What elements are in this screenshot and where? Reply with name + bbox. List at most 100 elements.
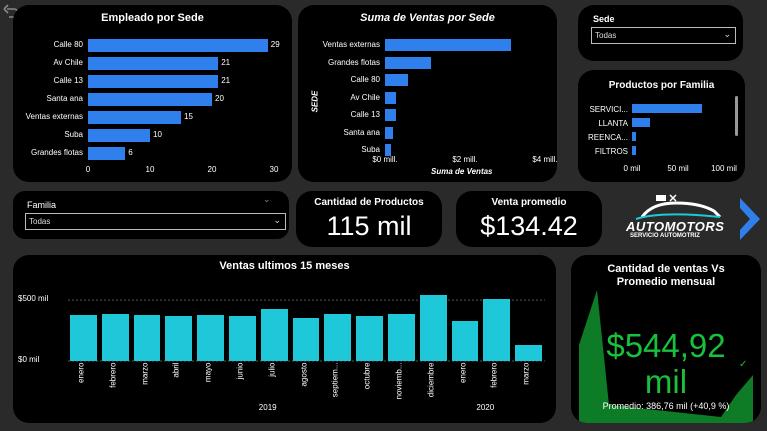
x-tick-label: 100 mil (711, 164, 737, 173)
scrollbar[interactable] (735, 96, 738, 136)
productos-familia-card: Productos por Familia SERVICI... LLANTA RE… (578, 70, 745, 182)
kpi-value: 115 mil (326, 211, 412, 241)
bar (70, 314, 97, 361)
category-label: Santa ana (343, 127, 380, 137)
bar (385, 74, 408, 86)
data-label: 29 (270, 40, 280, 49)
x-tick-label: $0 mill. (372, 155, 398, 164)
data-label: 21 (221, 58, 231, 67)
data-label: 20 (215, 94, 224, 103)
category-label: Av Chile (53, 58, 83, 67)
bar (385, 91, 397, 104)
logo-subtitle: SERVICIO AUTOMOTRIZ (630, 233, 700, 239)
x-tick-label: abril (171, 362, 181, 378)
kpi-unit: mil (644, 363, 688, 400)
sede-filter-label: Sede (593, 14, 615, 24)
x-axis-label: Suma de Ventas (431, 167, 493, 176)
category-label: Calle 13 (350, 110, 380, 119)
x-tick-label: septiem... (330, 362, 340, 398)
chevron-down-icon: ⌄ (723, 29, 731, 39)
category-label: Calle 13 (53, 76, 83, 85)
x-tick-label: 20 (207, 165, 217, 174)
category-label: LLANTA (598, 119, 628, 128)
x-tick-label: mayo (203, 362, 213, 383)
y-tick-label: $500 mil (18, 294, 49, 304)
familia-filter-label: Familia (27, 200, 57, 210)
bar (632, 146, 636, 155)
category-label: Av Chile (350, 92, 380, 102)
bar (632, 132, 637, 141)
ventas-mes-card: Ventas ultimos 15 meses $0 mil $500 mil en… (13, 255, 556, 423)
bar (385, 126, 393, 139)
category-label: Suba (64, 130, 83, 139)
sede-dropdown[interactable]: Todas ⌄ (591, 27, 736, 44)
category-label: Grandes flotas (327, 57, 380, 67)
bar (388, 313, 415, 361)
category-label: FILTROS (594, 147, 628, 156)
x-tick-label: marzo (521, 362, 531, 385)
chart-title: Empleado por Sede (101, 12, 204, 24)
bar (101, 314, 129, 361)
bar (165, 315, 193, 361)
bar (419, 294, 447, 361)
chevron-down-icon[interactable]: ⌄ (263, 194, 271, 205)
x-tick-label: febrero (108, 362, 118, 388)
chart-title: Suma de Ventas por Sede (360, 12, 495, 24)
y-tick-label: $0 mil (18, 355, 40, 364)
x-tick-label: 10 (145, 165, 155, 174)
familia-dropdown-value: Todas (29, 217, 51, 226)
kpi-value: $544,92 (606, 327, 726, 364)
familia-filter-card: Familia ⌄ Todas ⌄ (13, 191, 289, 239)
category-label: Calle 80 (350, 75, 380, 84)
x-tick-label: 30 (269, 165, 279, 174)
bar (88, 39, 268, 52)
x-tick-label: 0 mil (623, 164, 641, 173)
bar (88, 93, 212, 106)
kpi-title: Cantidad de Productos (314, 197, 424, 208)
kpi-title: Venta promedio (491, 197, 567, 208)
kpi-footer: Promedio: 386,76 mil (+40,9 %) (602, 401, 730, 411)
year-label: 2019 (258, 403, 277, 412)
bar (197, 314, 224, 361)
bar (292, 318, 320, 361)
category-label: Grandes flotas (30, 148, 83, 157)
kpi-cantidad-card: Cantidad de Productos 115 mil (296, 191, 442, 247)
bar (515, 345, 542, 361)
x-tick-label: marzo (140, 362, 149, 385)
bar (133, 315, 161, 361)
bar (385, 56, 431, 69)
bar (356, 315, 383, 361)
category-label: REENCA... (587, 133, 628, 142)
bar (229, 316, 256, 361)
cantidad-vs-promedio-card: Cantidad de ventas Vs Promedio mensual $… (571, 255, 761, 423)
category-label: Calle 80 (53, 40, 83, 49)
logo-brand: AUTOMOTORS (626, 219, 725, 234)
sede-filter-card: Sede Todas ⌄ (578, 5, 743, 61)
category-label: Ventas externas (25, 112, 83, 121)
check-icon: ✓ (739, 359, 748, 370)
x-tick-label: 0 (85, 165, 91, 174)
bar (260, 308, 288, 361)
data-label: 6 (128, 148, 133, 157)
bar (632, 104, 703, 113)
category-label: SERVICI... (589, 105, 628, 114)
data-label: 10 (153, 130, 162, 139)
x-tick-label: 50 mil (667, 164, 689, 173)
kpi-venta-card: Venta promedio $134.42 (456, 191, 602, 247)
bar (385, 109, 397, 121)
chevron-right-icon[interactable] (736, 198, 762, 240)
bar (88, 147, 126, 160)
bar (88, 111, 181, 124)
bar (632, 118, 650, 127)
bar (385, 39, 511, 51)
chevron-down-icon: ⌄ (273, 215, 281, 225)
familia-dropdown[interactable]: Todas ⌄ (25, 213, 286, 230)
category-label: Ventas externas (322, 40, 380, 49)
bar (88, 57, 219, 70)
sede-dropdown-value: Todas (595, 31, 617, 40)
data-label: 15 (184, 112, 193, 121)
category-label: Santa ana (46, 94, 83, 103)
x-tick-label: $4 mill. (532, 155, 557, 164)
x-tick-label: $2 mill. (452, 155, 478, 164)
x-tick-label: junio (235, 362, 245, 380)
